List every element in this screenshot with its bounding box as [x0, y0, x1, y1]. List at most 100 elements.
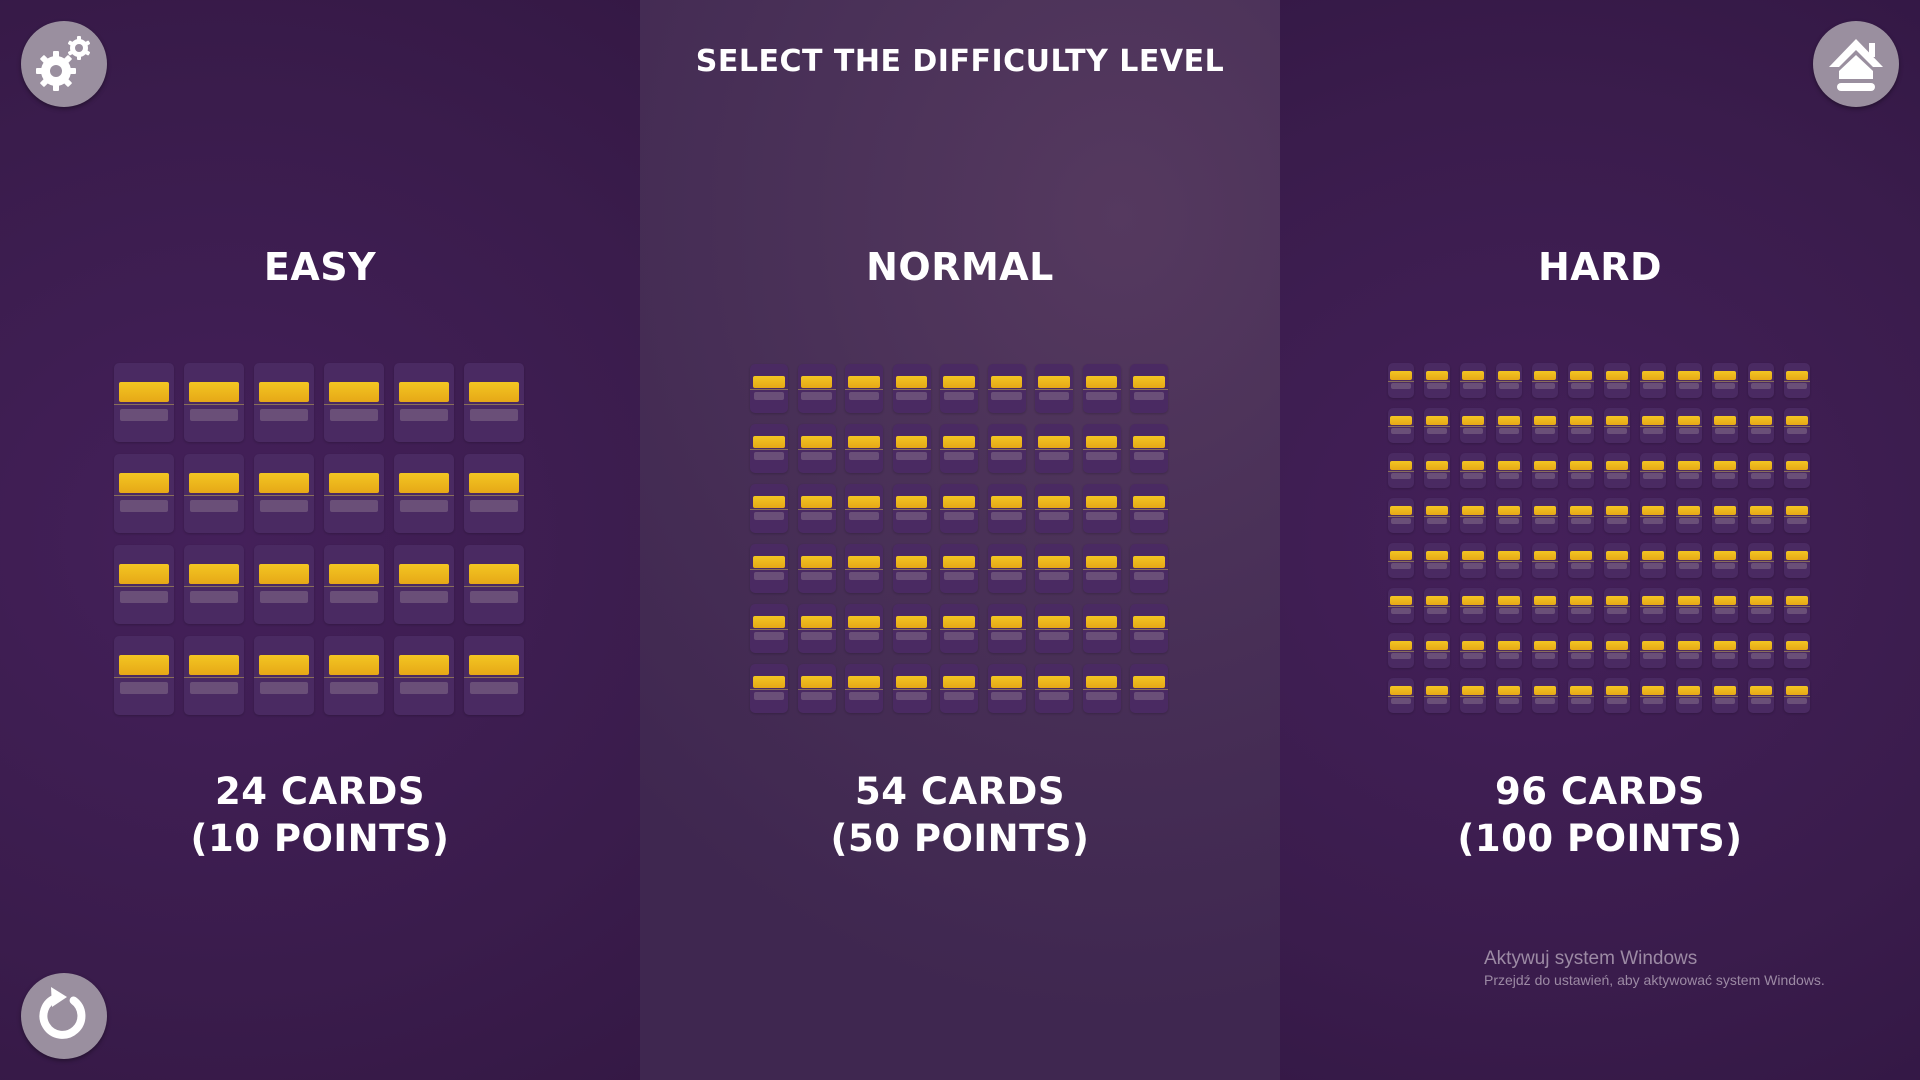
card-subtitle-mark	[991, 392, 1022, 401]
card-back	[1035, 364, 1073, 413]
card-back	[1676, 543, 1702, 578]
card-divider	[324, 677, 384, 679]
card-subtitle-mark	[1133, 512, 1165, 521]
card-divider	[750, 449, 788, 451]
card-subtitle-mark	[1714, 473, 1736, 479]
card-logo-mark	[1570, 596, 1592, 606]
card-divider	[987, 389, 1026, 391]
card-divider	[987, 509, 1026, 511]
card-logo-mark	[1642, 416, 1664, 426]
card-subtitle-mark	[801, 452, 832, 461]
card-logo-mark	[258, 472, 310, 494]
card-subtitle-mark	[1642, 518, 1664, 524]
card-divider	[892, 449, 931, 451]
card-subtitle-mark	[1038, 572, 1070, 581]
card-divider	[1130, 689, 1168, 691]
card-back	[1748, 633, 1774, 668]
card-back	[114, 454, 174, 533]
card-subtitle-mark	[1462, 383, 1484, 389]
restart-button[interactable]	[21, 973, 107, 1059]
card-subtitle-mark	[330, 499, 378, 513]
card-logo-mark	[895, 435, 928, 449]
card-subtitle-mark	[1534, 383, 1556, 389]
card-subtitle-mark	[943, 632, 975, 641]
card-divider	[1712, 651, 1738, 653]
card-back	[1604, 633, 1630, 668]
card-subtitle-mark	[1714, 563, 1736, 569]
level-easy-panel[interactable]: EASY 24 CARDS (10 POINTS)	[0, 0, 640, 1080]
card-divider	[1784, 606, 1810, 608]
card-divider	[1130, 449, 1168, 451]
card-subtitle-mark	[1750, 383, 1772, 389]
card-back	[1784, 408, 1810, 443]
card-subtitle-mark	[1642, 428, 1664, 434]
card-divider	[1424, 561, 1450, 563]
card-back	[892, 544, 931, 593]
card-logo-mark	[1462, 551, 1484, 561]
card-subtitle-mark	[1678, 383, 1700, 389]
card-subtitle-mark	[1678, 428, 1700, 434]
card-logo-mark	[1534, 596, 1556, 606]
card-subtitle-mark	[1426, 608, 1448, 614]
card-back	[1568, 543, 1594, 578]
card-subtitle-mark	[1390, 383, 1412, 389]
card-logo-mark	[1570, 371, 1592, 381]
level-hard-panel[interactable]: HARD 96 CARDS (100 POINTS)	[1280, 0, 1920, 1080]
card-subtitle-mark	[1714, 428, 1736, 434]
card-subtitle-mark	[1786, 698, 1808, 704]
card-back	[1388, 363, 1414, 398]
level-normal-cards-count: 54 CARDS	[854, 770, 1065, 813]
card-subtitle-mark	[1534, 563, 1556, 569]
card-divider	[1496, 516, 1522, 518]
card-logo-mark	[398, 654, 450, 676]
card-divider	[845, 569, 883, 571]
card-logo-mark	[1390, 461, 1412, 471]
card-logo-mark	[753, 375, 785, 389]
card-subtitle-mark	[1786, 473, 1808, 479]
card-divider	[464, 404, 524, 406]
card-divider	[845, 509, 883, 511]
card-divider	[1640, 561, 1666, 563]
card-logo-mark	[258, 381, 310, 403]
card-back	[184, 636, 244, 715]
card-divider	[1130, 509, 1168, 511]
card-subtitle-mark	[1642, 698, 1664, 704]
card-back	[1388, 453, 1414, 488]
card-subtitle-mark	[1462, 653, 1484, 659]
card-back	[1676, 678, 1702, 713]
card-back	[1496, 678, 1522, 713]
card-subtitle-mark	[753, 692, 785, 701]
card-divider	[1640, 696, 1666, 698]
home-button[interactable]	[1813, 21, 1899, 107]
card-logo-mark	[753, 675, 785, 689]
card-subtitle-mark	[896, 452, 927, 461]
card-subtitle-mark	[1570, 608, 1592, 614]
card-subtitle-mark	[1534, 518, 1556, 524]
card-logo-mark	[800, 375, 833, 389]
card-subtitle-mark	[1534, 473, 1556, 479]
card-back	[1748, 453, 1774, 488]
card-subtitle-mark	[470, 681, 518, 695]
card-divider	[1388, 651, 1414, 653]
card-subtitle-mark	[1426, 653, 1448, 659]
card-divider	[1082, 449, 1121, 451]
card-back	[114, 545, 174, 624]
card-divider	[1035, 509, 1073, 511]
card-subtitle-mark	[991, 692, 1022, 701]
card-logo-mark	[848, 435, 880, 449]
card-back	[1424, 633, 1450, 668]
card-divider	[1532, 471, 1558, 473]
card-back	[940, 544, 978, 593]
level-hard-card-grid	[1388, 363, 1810, 713]
card-subtitle-mark	[896, 512, 927, 521]
card-back	[184, 363, 244, 442]
level-normal-panel[interactable]: NORMAL 54 CARDS (50 POINTS)	[640, 0, 1280, 1080]
card-divider	[1460, 561, 1486, 563]
card-logo-mark	[468, 472, 520, 494]
card-subtitle-mark	[848, 392, 880, 401]
card-subtitle-mark	[1786, 518, 1808, 524]
settings-button[interactable]	[21, 21, 107, 107]
card-back	[1568, 678, 1594, 713]
card-back	[1748, 678, 1774, 713]
card-divider	[845, 629, 883, 631]
